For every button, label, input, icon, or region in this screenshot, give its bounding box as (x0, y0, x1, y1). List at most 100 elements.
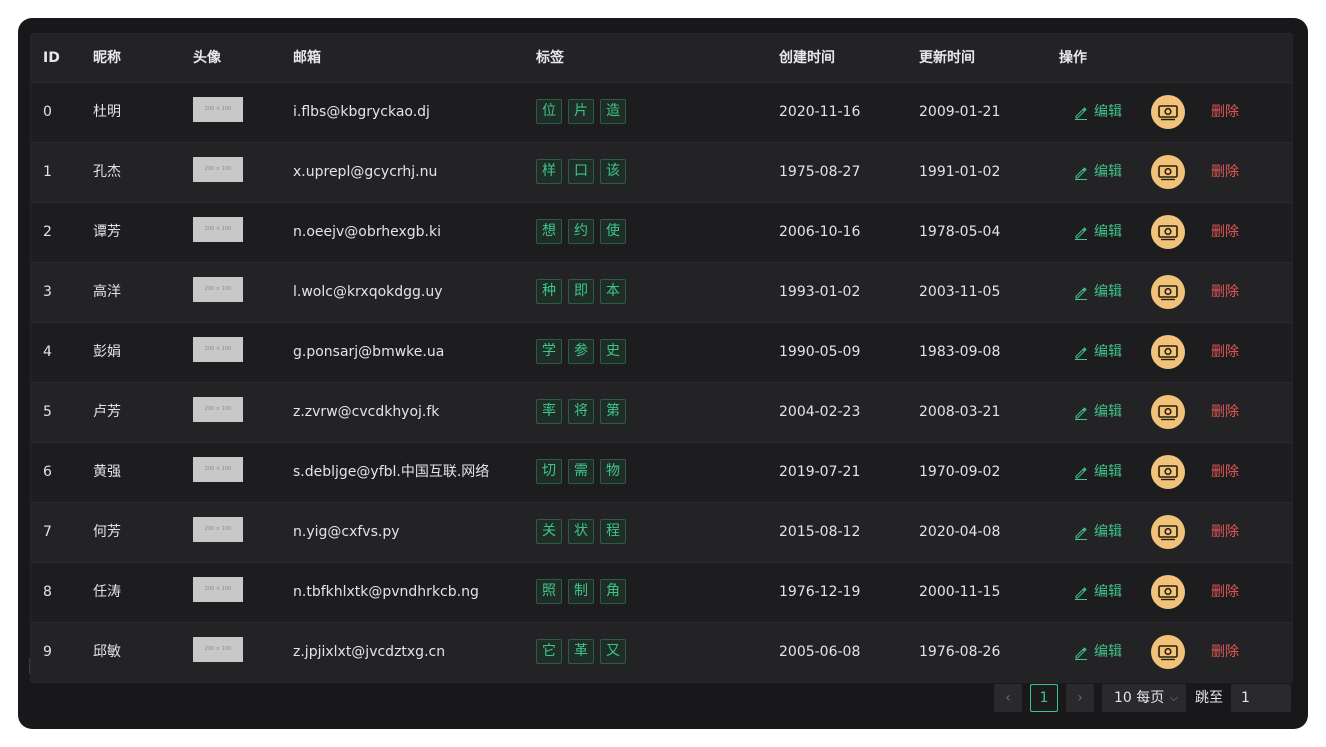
tag-badge: 制 (568, 579, 594, 604)
cell-nickname: 彭娟 (93, 344, 121, 360)
page-size-label: 10 每页 (1114, 690, 1165, 706)
delete-button[interactable]: 删除 (1211, 263, 1239, 322)
cell-id: 7 (43, 524, 52, 540)
edit-icon (1075, 646, 1087, 660)
payment-button[interactable] (1151, 335, 1185, 369)
tag-badge: 状 (568, 519, 594, 544)
cell-id: 3 (43, 284, 52, 300)
edit-button[interactable]: 编辑 (1074, 263, 1122, 322)
cell-updated: 1970-09-02 (919, 464, 1001, 480)
avatar-image: 200 × 100 (193, 457, 243, 482)
delete-button[interactable]: 删除 (1211, 383, 1239, 442)
cell-nickname: 孔杰 (93, 164, 121, 180)
pagination-prev-button[interactable]: ‹ (994, 684, 1022, 712)
tag-badge: 需 (568, 459, 594, 484)
avatar-image: 200 × 100 (193, 397, 243, 422)
edit-label: 编辑 (1094, 284, 1122, 300)
chevron-down-icon: ⌵ (1169, 691, 1178, 704)
cell-id: 5 (43, 404, 52, 420)
tag-badge: 约 (568, 219, 594, 244)
tag-badge: 样 (536, 159, 562, 184)
cell-updated: 1976-08-26 (919, 644, 1001, 660)
delete-button[interactable]: 删除 (1211, 443, 1239, 502)
payment-button[interactable] (1151, 635, 1185, 669)
payment-button[interactable] (1151, 455, 1185, 489)
cell-created: 2015-08-12 (779, 524, 861, 540)
cell-id: 9 (43, 644, 52, 660)
column-header-created: 创建时间 (779, 50, 835, 66)
avatar-placeholder-text: 200 × 100 (204, 646, 232, 652)
payment-button[interactable] (1151, 275, 1185, 309)
edit-button[interactable]: 编辑 (1074, 323, 1122, 382)
money-icon (1158, 225, 1178, 241)
tag-badge: 又 (600, 639, 626, 664)
app-window: ID 昵称 头像 邮箱 标签 创建时间 更新时间 操作 0 杜明 200 × 1… (18, 18, 1308, 729)
cell-email: g.ponsarj@bmwke.ua (293, 344, 445, 360)
money-icon (1158, 645, 1178, 661)
payment-button[interactable] (1151, 515, 1185, 549)
avatar-image: 200 × 100 (193, 97, 243, 122)
delete-button[interactable]: 删除 (1211, 563, 1239, 622)
pagination: ‹ 1 › 10 每页 ⌵ 跳至 (18, 684, 1308, 712)
avatar-placeholder-text: 200 × 100 (204, 106, 232, 112)
cell-id: 0 (43, 104, 52, 120)
delete-button[interactable]: 删除 (1211, 143, 1239, 202)
payment-button[interactable] (1151, 95, 1185, 129)
edit-button[interactable]: 编辑 (1074, 143, 1122, 202)
avatar-placeholder-text: 200 × 100 (204, 226, 232, 232)
delete-button[interactable]: 删除 (1211, 503, 1239, 562)
avatar-image: 200 × 100 (193, 637, 243, 662)
cell-email: s.debljge@yfbl.中国互联.网络 (293, 464, 490, 480)
payment-button[interactable] (1151, 215, 1185, 249)
cell-updated: 2008-03-21 (919, 404, 1001, 420)
cell-nickname: 邱敏 (93, 644, 121, 660)
tag-badge: 本 (600, 279, 626, 304)
payment-button[interactable] (1151, 155, 1185, 189)
cell-email: n.tbfkhlxtk@pvndhrkcb.ng (293, 584, 479, 600)
edit-label: 编辑 (1094, 644, 1122, 660)
avatar-image: 200 × 100 (193, 517, 243, 542)
tag-badge: 革 (568, 639, 594, 664)
edit-button[interactable]: 编辑 (1074, 383, 1122, 442)
edit-label: 编辑 (1094, 584, 1122, 600)
cell-email: n.yig@cxfvs.py (293, 524, 400, 540)
edit-button[interactable]: 编辑 (1074, 443, 1122, 502)
tag-list: 样口该 (536, 159, 626, 184)
edit-button[interactable]: 编辑 (1074, 563, 1122, 622)
cell-id: 4 (43, 344, 52, 360)
data-table: ID 昵称 头像 邮箱 标签 创建时间 更新时间 操作 0 杜明 200 × 1… (30, 33, 1293, 683)
cell-email: l.wolc@krxqokdgg.uy (293, 284, 443, 300)
delete-button[interactable]: 删除 (1211, 203, 1239, 262)
avatar-placeholder-text: 200 × 100 (204, 406, 232, 412)
cell-updated: 2003-11-05 (919, 284, 1001, 300)
edit-button[interactable]: 编辑 (1074, 203, 1122, 262)
table-row: 6 黄强 200 × 100 s.debljge@yfbl.中国互联.网络 切需… (31, 442, 1292, 502)
pagination-next-button[interactable]: › (1066, 684, 1094, 712)
money-icon (1158, 165, 1178, 181)
tag-badge: 第 (600, 399, 626, 424)
cell-nickname: 任涛 (93, 584, 121, 600)
cell-created: 2020-11-16 (779, 104, 861, 120)
edit-button[interactable]: 编辑 (1074, 503, 1122, 562)
payment-button[interactable] (1151, 575, 1185, 609)
table-header: ID 昵称 头像 邮箱 标签 创建时间 更新时间 操作 (31, 34, 1292, 82)
tag-badge: 史 (600, 339, 626, 364)
table-row: 7 何芳 200 × 100 n.yig@cxfvs.py 关状程 2015-0… (31, 502, 1292, 562)
column-header-id: ID (43, 50, 60, 66)
column-header-avatar: 头像 (193, 50, 221, 66)
pagination-page-1[interactable]: 1 (1030, 684, 1058, 712)
page-size-select[interactable]: 10 每页 ⌵ (1102, 684, 1186, 712)
tag-badge: 关 (536, 519, 562, 544)
delete-button[interactable]: 删除 (1211, 623, 1239, 682)
column-header-email: 邮箱 (293, 50, 321, 66)
cell-nickname: 高洋 (93, 284, 121, 300)
jump-page-input[interactable] (1231, 684, 1291, 712)
payment-button[interactable] (1151, 395, 1185, 429)
delete-button[interactable]: 删除 (1211, 323, 1239, 382)
edit-button[interactable]: 编辑 (1074, 83, 1122, 142)
tag-badge: 照 (536, 579, 562, 604)
cell-id: 2 (43, 224, 52, 240)
delete-button[interactable]: 删除 (1211, 83, 1239, 142)
tag-badge: 物 (600, 459, 626, 484)
edit-button[interactable]: 编辑 (1074, 623, 1122, 682)
